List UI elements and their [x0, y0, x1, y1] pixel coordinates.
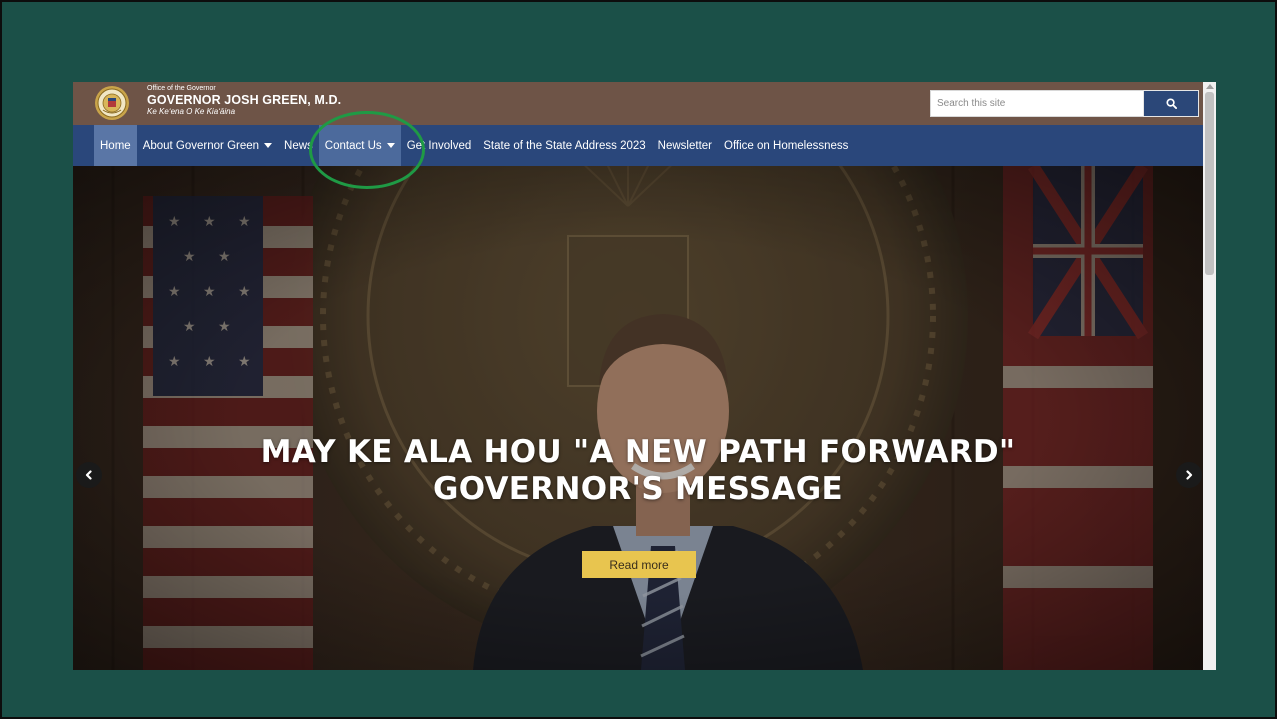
site-header: Office of the Governor GOVERNOR JOSH GRE…	[73, 82, 1203, 125]
search-button[interactable]	[1143, 90, 1199, 117]
carousel-prev-button[interactable]	[76, 462, 102, 488]
nav-item-label: About Governor Green	[142, 139, 260, 152]
nav-item-state-of-state[interactable]: State of the State Address 2023	[477, 125, 651, 166]
browser-viewport: Office of the Governor GOVERNOR JOSH GRE…	[73, 82, 1216, 670]
chevron-left-icon	[85, 470, 92, 480]
nav-item-label: State of the State Address 2023	[483, 139, 646, 152]
search-input[interactable]	[930, 90, 1143, 117]
caret-down-icon	[264, 143, 273, 148]
carousel-next-button[interactable]	[1176, 462, 1202, 488]
main-nav: Home About Governor Green News Contact U…	[73, 125, 1203, 166]
nav-item-label: Contact Us	[324, 139, 382, 152]
hero-title-line1: MAY KE ALA HOU "A NEW PATH FORWARD"	[260, 434, 1016, 470]
caret-down-icon	[386, 143, 395, 148]
nav-item-homelessness[interactable]: Office on Homelessness	[718, 125, 854, 166]
nav-item-label: Newsletter	[657, 139, 712, 152]
page-scrollbar[interactable]	[1203, 82, 1216, 670]
nav-item-contact[interactable]: Contact Us	[318, 125, 401, 166]
scroll-up-arrow-icon[interactable]	[1206, 84, 1214, 89]
chevron-right-icon	[1186, 470, 1193, 480]
office-label: Office of the Governor	[147, 85, 216, 92]
nav-item-news[interactable]: News	[278, 125, 319, 166]
nav-item-label: News	[284, 139, 313, 152]
brand[interactable]: Office of the Governor GOVERNOR JOSH GRE…	[147, 85, 341, 116]
read-more-button[interactable]: Read more	[582, 551, 696, 578]
hero-title-line2: GOVERNOR'S MESSAGE	[432, 471, 844, 507]
nav-item-label: Get Involved	[406, 139, 472, 152]
search-icon	[1165, 98, 1177, 109]
hero-background-image: ★★★ ★★ ★★★ ★★ ★★★	[73, 166, 1203, 670]
site-subtitle: Ke Keʻena O Ke Kiaʻāina	[147, 106, 236, 116]
state-seal-icon[interactable]	[94, 85, 130, 121]
nav-item-label: Office on Homelessness	[724, 139, 849, 152]
slide-frame: Office of the Governor GOVERNOR JOSH GRE…	[0, 0, 1277, 719]
search-form	[930, 90, 1199, 117]
hero-title: MAY KE ALA HOU "A NEW PATH FORWARD" GOVE…	[73, 434, 1203, 508]
scroll-thumb[interactable]	[1205, 92, 1214, 275]
hero-carousel: ★★★ ★★ ★★★ ★★ ★★★	[73, 166, 1203, 670]
nav-item-get-involved[interactable]: Get Involved	[401, 125, 478, 166]
site-title: GOVERNOR JOSH GREEN, M.D.	[147, 93, 342, 107]
nav-item-home[interactable]: Home	[94, 125, 137, 166]
nav-item-newsletter[interactable]: Newsletter	[652, 125, 718, 166]
nav-item-label: Home	[100, 139, 131, 152]
nav-item-about[interactable]: About Governor Green	[137, 125, 278, 166]
